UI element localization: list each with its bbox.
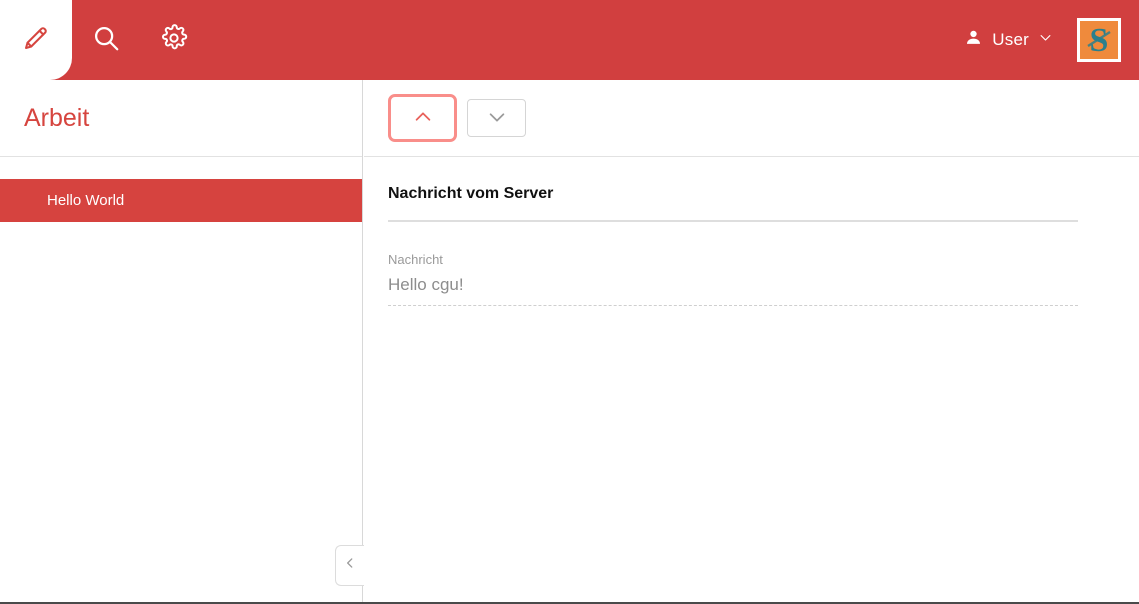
detail-content: Nachricht vom Server Nachricht Hello cgu… (364, 157, 1139, 306)
search-icon (91, 23, 121, 58)
field-value: Hello cgu! (388, 275, 1078, 306)
list-item-hello-world[interactable]: Hello World (0, 179, 362, 222)
header-tab-strip (0, 0, 208, 80)
right-pane: Nachricht vom Server Nachricht Hello cgu… (364, 80, 1139, 602)
gear-icon (160, 24, 188, 57)
application-window: User S Arbeit (0, 0, 1139, 604)
chevron-down-icon (1038, 30, 1053, 50)
item-list: Hello World (0, 157, 362, 222)
tab-edit[interactable] (0, 0, 72, 80)
app-header: User S (0, 0, 1139, 80)
tab-search[interactable] (72, 0, 140, 80)
app-logo: S (1077, 18, 1121, 62)
field-label: Nachricht (388, 252, 1078, 267)
user-menu[interactable]: User (948, 0, 1069, 80)
content-divider (388, 220, 1078, 222)
page-title: Arbeit (0, 104, 89, 133)
chevron-up-icon (412, 106, 434, 131)
tab-settings[interactable] (140, 0, 208, 80)
person-icon (964, 28, 983, 52)
user-menu-label: User (992, 30, 1029, 50)
field-nachricht: Nachricht Hello cgu! (388, 252, 1078, 306)
content-title: Nachricht vom Server (388, 185, 1078, 203)
chevron-left-icon (343, 556, 357, 575)
body-area: Arbeit Hello World (0, 80, 1139, 602)
left-pane-header: Arbeit (0, 80, 362, 157)
header-right-group: User S (948, 0, 1139, 80)
detail-toolbar (364, 80, 1139, 157)
chevron-down-icon (486, 106, 508, 131)
collapse-pane-handle[interactable] (335, 545, 364, 586)
pencil-icon (21, 23, 51, 58)
list-item-label: Hello World (47, 192, 124, 209)
chevron-down-button[interactable] (467, 99, 526, 137)
left-pane: Arbeit Hello World (0, 80, 363, 602)
chevron-up-button[interactable] (388, 94, 457, 142)
